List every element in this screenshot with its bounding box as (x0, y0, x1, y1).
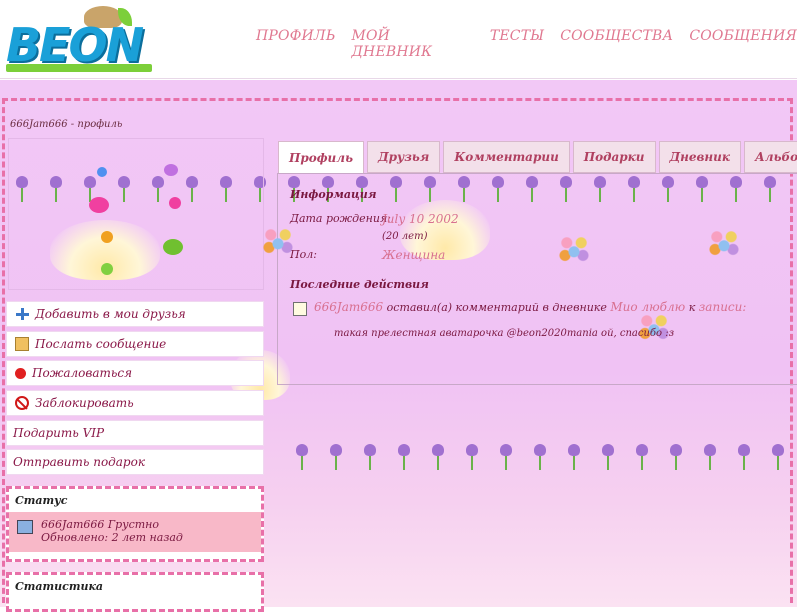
recent-action: 666Jam666 оставил(а) комментарий в дневн… (314, 300, 746, 314)
flower-row-decoration-lower (292, 444, 788, 474)
computer-icon (17, 520, 33, 534)
birth-label: Дата рождения: (290, 212, 391, 225)
page-title: 666Jam666 - профиль (10, 119, 123, 130)
send-gift-button[interactable]: Отправить подарок (6, 449, 264, 475)
send-message-button[interactable]: Послать сообщение (6, 331, 264, 357)
tab-gifts[interactable]: Подарки (572, 141, 656, 173)
envelope-icon (15, 337, 29, 351)
status-title: Статус (15, 494, 68, 507)
recent-diary-link[interactable]: Мио люблю (610, 300, 685, 314)
gift-vip-button[interactable]: Подарить VIP (6, 420, 264, 446)
heart-icon (101, 231, 113, 243)
recent-to: к (688, 301, 696, 314)
nav-my-diary[interactable]: МОЙ ДНЕВНИК (351, 28, 473, 60)
plus-icon (15, 307, 29, 321)
heart-icon (169, 197, 181, 209)
heart-icon (89, 197, 109, 213)
status-text: 666Jam666 Грустно (41, 518, 160, 531)
tab-friends[interactable]: Друзья (366, 141, 441, 173)
stats-title: Статистика (15, 580, 104, 593)
nav-communities[interactable]: СООБЩЕСТВА (560, 28, 673, 60)
gender-label: Пол: (290, 248, 317, 261)
gender-value: Женщина (382, 248, 446, 262)
beon-logo[interactable]: BEON (6, 6, 154, 72)
nav-profile[interactable]: ПРОФИЛЬ (256, 28, 335, 60)
logo-underline (6, 64, 152, 72)
bouquet-decoration (556, 232, 592, 268)
heart-icon (163, 239, 183, 255)
status-updated: Обновлено: 2 лет назад (41, 531, 183, 544)
status-box: Статус 666Jam666 Грустно Обновлено: 2 ле… (6, 486, 264, 562)
tab-profile[interactable]: Профиль (278, 141, 364, 174)
heart-icon (101, 263, 113, 275)
birth-value: July 10 2002 (382, 212, 459, 226)
ban-icon (15, 396, 29, 410)
recent-comment: такая прелестная аватарочка @beon2020man… (334, 328, 675, 339)
recent-entry-link[interactable]: записи: (699, 300, 747, 314)
edit-note-icon (293, 302, 307, 316)
site-header: BEON ПРОФИЛЬ МОЙ ДНЕВНИК ТЕСТЫ СООБЩЕСТВ… (0, 0, 797, 79)
recent-title: Последние действия (290, 278, 429, 291)
profile-tabs: Профиль Друзья Комментарии Подарки Дневн… (278, 141, 797, 174)
status-content: 666Jam666 Грустно Обновлено: 2 лет назад (9, 512, 261, 552)
avatar[interactable] (8, 138, 264, 290)
tab-comments[interactable]: Комментарии (443, 141, 570, 173)
nav-messages[interactable]: СООБЩЕНИЯ (689, 28, 797, 60)
age-value: (20 лет) (382, 231, 428, 242)
bouquet-decoration (706, 226, 742, 262)
red-dot-icon (15, 367, 26, 379)
info-title: Информация (290, 188, 377, 201)
add-friend-button[interactable]: Добавить в мои друзья (6, 301, 264, 327)
block-button[interactable]: Заблокировать (6, 390, 264, 416)
stats-box: Статистика (6, 572, 264, 612)
recent-user-link[interactable]: 666Jam666 (314, 300, 383, 314)
tab-albums[interactable]: Альбомы (744, 141, 797, 173)
heart-icon (164, 164, 178, 176)
profile-panel: Информация Дата рождения: July 10 2002 (… (260, 173, 797, 385)
nav-tests[interactable]: ТЕСТЫ (490, 28, 544, 60)
recent-action-text: оставил(а) комментарий в дневнике (386, 301, 607, 314)
complain-button[interactable]: Пожаловаться (6, 360, 264, 386)
heart-icon (97, 167, 107, 177)
profile-page: 666Jam666 - профиль Добавить в мои друзь… (0, 80, 797, 612)
main-nav: ПРОФИЛЬ МОЙ ДНЕВНИК ТЕСТЫ СООБЩЕСТВА СОО… (256, 28, 797, 60)
tab-diary[interactable]: Дневник (658, 141, 742, 173)
